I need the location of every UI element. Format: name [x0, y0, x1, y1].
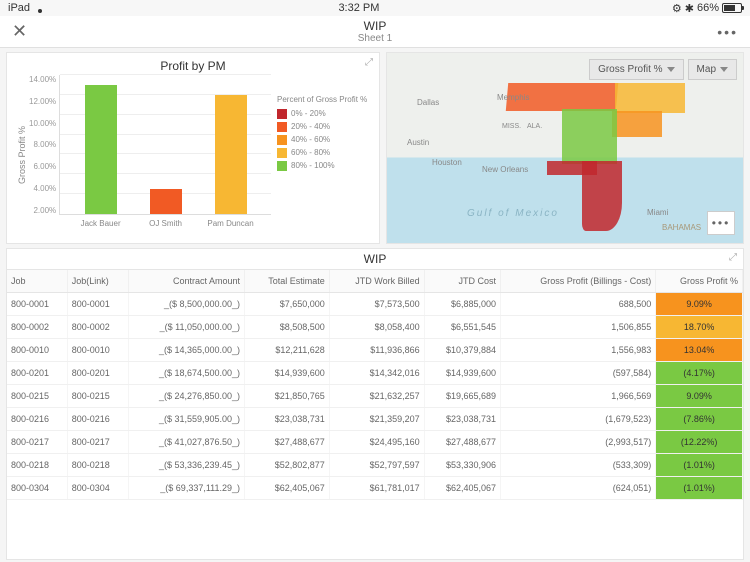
- chart-title: Profit by PM: [15, 59, 371, 73]
- gross-profit-pct-cell: (4.17%): [656, 362, 743, 385]
- chart-plot-area: Jack BauerOJ SmithPam Duncan: [59, 75, 271, 215]
- bar[interactable]: [215, 95, 247, 214]
- gross-profit-pct-cell: (1.01%): [656, 477, 743, 500]
- table-row[interactable]: 800-0215800-0215_($ 24,276,850.00_)$21,8…: [7, 385, 743, 408]
- map-panel[interactable]: Dallas Memphis Austin Houston New Orlean…: [386, 52, 744, 244]
- table-title: WIP ⤢: [6, 248, 744, 270]
- table-row[interactable]: 800-0304800-0304_($ 69,337,111.29_)$62,4…: [7, 477, 743, 500]
- col-header[interactable]: Gross Profit %: [656, 270, 743, 293]
- gross-profit-pct-cell: 18.70%: [656, 316, 743, 339]
- state-nc: [615, 83, 685, 113]
- battery-icon: [722, 3, 742, 13]
- profit-by-pm-chart: Profit by PM ⤢ Gross Profit % 14.00%12.0…: [6, 52, 380, 244]
- table-row[interactable]: 800-0217800-0217_($ 41,027,876.50_)$27,4…: [7, 431, 743, 454]
- col-header[interactable]: Gross Profit (Billings - Cost): [501, 270, 656, 293]
- table-row[interactable]: 800-0002800-0002_($ 11,050,000.00_)$8,50…: [7, 316, 743, 339]
- gross-profit-pct-cell: (7.86%): [656, 408, 743, 431]
- col-header[interactable]: Job: [7, 270, 67, 293]
- sheet-name: Sheet 1: [0, 33, 750, 44]
- expand-icon[interactable]: ⤢: [729, 252, 737, 263]
- legend-item: 80% - 100%: [277, 161, 371, 171]
- y-axis-label: Gross Profit %: [15, 75, 29, 235]
- title-bar: ✕ WIP Sheet 1 •••: [0, 16, 750, 48]
- clock: 3:32 PM: [46, 2, 672, 14]
- bar[interactable]: [150, 189, 182, 214]
- table-row[interactable]: 800-0218800-0218_($ 53,336,239.45_)$52,8…: [7, 454, 743, 477]
- table-header-row: JobJob(Link)Contract AmountTotal Estimat…: [7, 270, 743, 293]
- legend-item: 0% - 20%: [277, 109, 371, 119]
- gross-profit-pct-cell: 13.04%: [656, 339, 743, 362]
- chevron-down-icon: [667, 67, 675, 72]
- legend-item: 20% - 40%: [277, 122, 371, 132]
- col-header[interactable]: JTD Work Billed: [329, 270, 424, 293]
- legend-item: 40% - 60%: [277, 135, 371, 145]
- wifi-icon: [34, 3, 46, 13]
- table-row[interactable]: 800-0010800-0010_($ 14,365,000.00_)$12,2…: [7, 339, 743, 362]
- bar[interactable]: [85, 85, 117, 214]
- legend-item: 60% - 80%: [277, 148, 371, 158]
- gross-profit-pct-cell: 9.09%: [656, 385, 743, 408]
- device-label: iPad: [8, 2, 30, 14]
- state-sc: [612, 111, 662, 137]
- map-view-select[interactable]: Map: [688, 59, 737, 80]
- doc-title: WIP: [0, 19, 750, 33]
- map-metric-select[interactable]: Gross Profit %: [589, 59, 683, 80]
- table-row[interactable]: 800-0001800-0001_($ 8,500,000.00_)$7,650…: [7, 293, 743, 316]
- gross-profit-pct-cell: (12.22%): [656, 431, 743, 454]
- gross-profit-pct-cell: (1.01%): [656, 454, 743, 477]
- y-tick-labels: 14.00%12.00%10.00%8.00%6.00%4.00%2.00%: [29, 75, 59, 215]
- expand-icon[interactable]: ⤢: [365, 57, 373, 68]
- battery-pct: 66%: [697, 2, 719, 14]
- bluetooth-icon: ⚙︎ ✱: [672, 2, 694, 15]
- x-tick-labels: Jack BauerOJ SmithPam Duncan: [60, 219, 271, 228]
- chart-legend: Percent of Gross Profit % 0% - 20% 20% - …: [271, 75, 371, 235]
- wip-table[interactable]: JobJob(Link)Contract AmountTotal Estimat…: [6, 270, 744, 560]
- col-header[interactable]: JTD Cost: [424, 270, 500, 293]
- gross-profit-pct-cell: 9.09%: [656, 293, 743, 316]
- chevron-down-icon: [720, 67, 728, 72]
- table-row[interactable]: 800-0216800-0216_($ 31,559,905.00_)$23,0…: [7, 408, 743, 431]
- legend-title: Percent of Gross Profit %: [277, 95, 371, 105]
- state-fl-pan: [547, 161, 597, 175]
- col-header[interactable]: Total Estimate: [245, 270, 330, 293]
- state-ga: [562, 109, 617, 164]
- table-row[interactable]: 800-0201800-0201_($ 18,674,500.00_)$14,9…: [7, 362, 743, 385]
- col-header[interactable]: Contract Amount: [128, 270, 245, 293]
- gulf-label: Gulf of Mexico: [467, 208, 559, 219]
- col-header[interactable]: Job(Link): [67, 270, 128, 293]
- map-more-button[interactable]: •••: [707, 211, 735, 235]
- status-bar: iPad 3:32 PM ⚙︎ ✱ 66%: [0, 0, 750, 16]
- close-icon[interactable]: ✕: [12, 21, 27, 42]
- more-icon[interactable]: •••: [717, 24, 738, 40]
